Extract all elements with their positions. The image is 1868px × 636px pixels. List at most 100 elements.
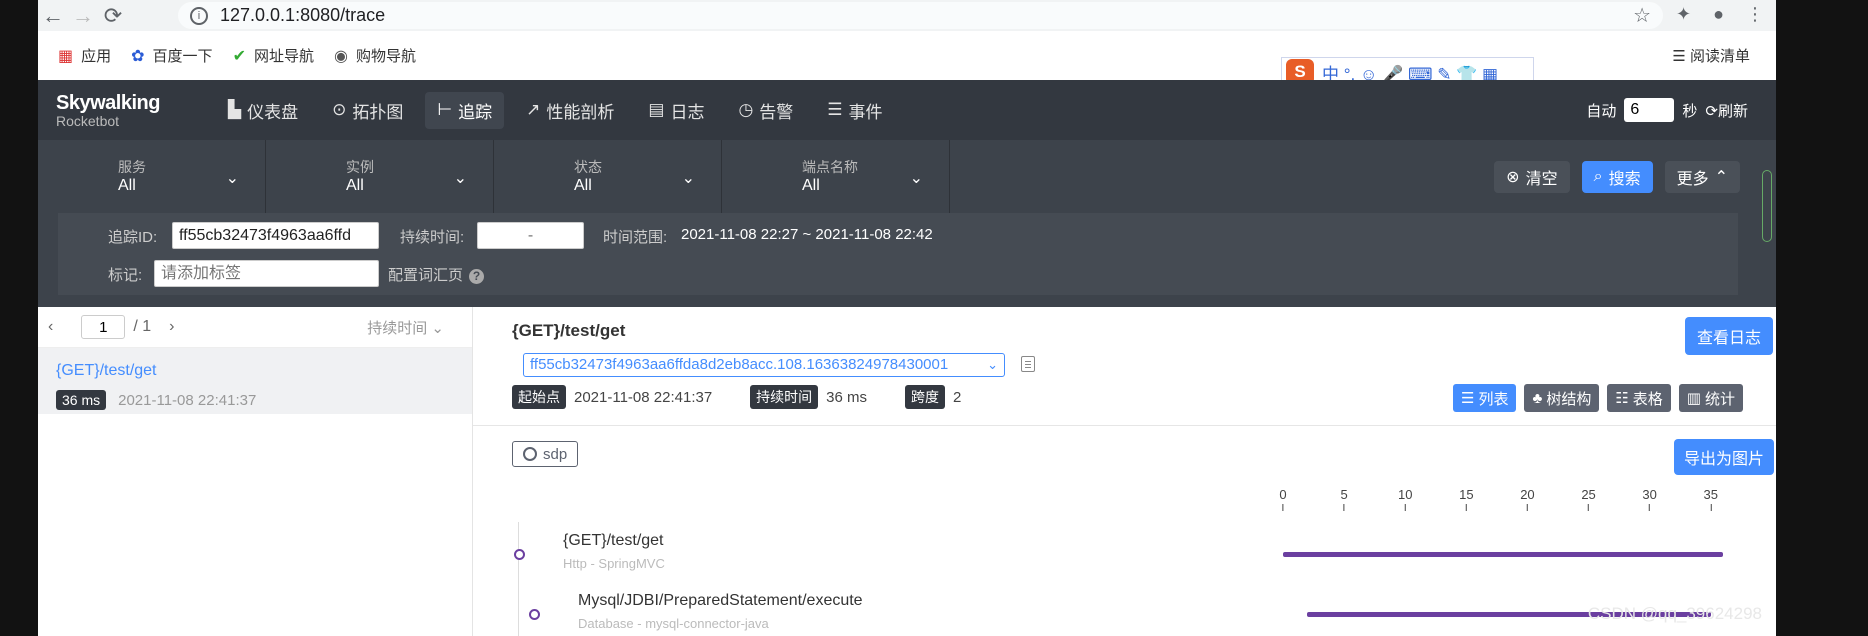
tag-label: 标记:	[108, 267, 143, 284]
tree-icon: ♣	[1532, 389, 1543, 407]
profile-icon[interactable]: ●	[1713, 4, 1724, 25]
span-value: 2	[953, 388, 962, 406]
site-info-icon[interactable]: i	[190, 6, 208, 25]
advanced-filter: 追踪ID: 持续时间: 时间范围: 2021-11-08 22:27 ~ 202…	[58, 213, 1738, 295]
reload-icon[interactable]: ⟳	[98, 3, 128, 29]
nav-log[interactable]: ▤ 日志	[636, 92, 716, 129]
service-tag[interactable]: sdp	[512, 441, 579, 467]
list-icon: ☰	[1461, 390, 1475, 407]
url-field[interactable]: i 127.0.0.1:8080/trace ☆	[178, 2, 1663, 29]
bookmark-apps[interactable]: ▦ 应用	[58, 45, 111, 66]
app-header: Skywalking Rocketbot ▙ 仪表盘 ⊙ 拓扑图 ⊢ 追踪 ↗ 性能剖析…	[38, 80, 1776, 140]
trace-id-select[interactable]: ff55cb32473f4963aa6ffda8d2eb8acc.108.163…	[523, 353, 1005, 377]
chevron-down-icon: ⌄	[681, 170, 695, 187]
instance-select[interactable]: 实例 All ⌄	[266, 140, 494, 213]
view-stats-button[interactable]: ▥ 统计	[1678, 384, 1743, 412]
baidu-paw-icon: ✿	[131, 47, 145, 65]
nav-trace[interactable]: ⊢ 追踪	[425, 91, 505, 129]
divider	[473, 425, 1776, 426]
stats-icon: ▥	[1686, 390, 1701, 407]
clear-button[interactable]: ⊗ 清空	[1494, 161, 1570, 193]
nav-topology[interactable]: ⊙ 拓扑图	[320, 92, 415, 129]
time-range-label: 时间范围:	[603, 229, 668, 246]
seconds-label: 秒	[1682, 102, 1698, 120]
axis-tick: 25	[1581, 487, 1595, 511]
view-table-button[interactable]: ☷ 表格	[1607, 384, 1671, 412]
back-icon[interactable]: ←	[38, 3, 68, 29]
nav-profile[interactable]: ↗ 性能剖析	[514, 92, 626, 129]
list-item[interactable]: {GET}/test/get 36 ms 2021-11-08 22:41:37	[38, 348, 472, 414]
span-component: Database - mysql-connector-java	[578, 616, 769, 631]
sort-select[interactable]: 持续时间 ⌄	[367, 317, 444, 338]
timeline-axis: 0 5 10 15 20 25 30 35	[1279, 487, 1723, 517]
auto-label: 自动	[1586, 102, 1617, 120]
chevron-down-icon: ⌄	[909, 170, 923, 187]
axis-tick: 20	[1520, 487, 1534, 511]
refresh-button[interactable]: ⟳刷新	[1705, 100, 1748, 121]
more-button[interactable]: 更多 ⌃	[1664, 161, 1740, 193]
circle-icon	[523, 447, 537, 461]
export-image-button[interactable]: 导出为图片	[1674, 439, 1775, 475]
forward-icon[interactable]: →	[68, 3, 98, 29]
span-duration-bar	[1283, 552, 1723, 557]
nav-alarm[interactable]: ◷ 告警	[726, 92, 805, 129]
bookmark-baidu[interactable]: ✿ 百度一下	[131, 45, 212, 66]
duration-input[interactable]	[477, 222, 584, 249]
axis-tick: 15	[1459, 487, 1473, 511]
page-title: {GET}/test/get	[512, 321, 626, 340]
config-vocab-link[interactable]: 配置词汇页?	[388, 264, 485, 285]
copy-icon[interactable]	[1021, 356, 1035, 372]
auto-interval-input[interactable]	[1624, 98, 1675, 122]
menu-icon[interactable]: ⋮	[1746, 4, 1764, 25]
time-range-value[interactable]: 2021-11-08 22:27 ~ 2021-11-08 22:42	[681, 226, 933, 243]
profile-icon: ↗	[526, 100, 541, 119]
address-bar: ← → ⟳ i 127.0.0.1:8080/trace ☆ ✦ ● ⋮	[38, 0, 1776, 31]
chevron-down-icon: ⌄	[453, 170, 467, 187]
url-text: 127.0.0.1:8080/trace	[220, 5, 386, 25]
view-list-button[interactable]: ☰ 列表	[1453, 384, 1517, 412]
next-page-icon[interactable]: ›	[169, 318, 174, 336]
trace-id-input[interactable]	[172, 222, 379, 249]
alarm-icon: ◷	[738, 100, 754, 119]
trace-operation: {GET}/test/get	[56, 362, 157, 379]
nav-dashboard[interactable]: ▙ 仪表盘	[216, 92, 310, 129]
bookmark-hao123[interactable]: ✔ 网址导航	[233, 45, 314, 66]
span-node-icon[interactable]	[529, 609, 540, 620]
trace-time: 2021-11-08 22:41:37	[118, 391, 257, 409]
axis-tick: 0	[1279, 487, 1286, 511]
watermark: CSDN @qq_39624298	[1587, 604, 1762, 623]
auto-refresh: 自动 秒 ⟳刷新	[1586, 98, 1748, 122]
bookmark-star-icon[interactable]: ☆	[1633, 3, 1651, 28]
page-total: / 1	[133, 318, 152, 335]
endpoint-select[interactable]: 端点名称 All ⌄	[722, 140, 950, 213]
hao123-icon: ✔	[232, 47, 246, 65]
service-select[interactable]: 服务 All ⌄	[38, 140, 266, 213]
status-select[interactable]: 状态 All ⌄	[494, 140, 722, 213]
view-logs-button[interactable]: 查看日志	[1685, 317, 1774, 355]
duration-badge: 36 ms	[56, 390, 107, 410]
prev-page-icon[interactable]: ‹	[48, 318, 53, 336]
trace-id-label: 追踪ID:	[108, 229, 158, 246]
pager: ‹ / 1 › 持续时间 ⌄	[38, 307, 472, 348]
reading-list[interactable]: ☰ 阅读清单	[1672, 45, 1750, 66]
table-icon: ☷	[1615, 390, 1629, 407]
span-list: {GET}/test/get Http - SpringMVC Mysql/JDBI…	[473, 522, 1776, 636]
trace-info: 起始点 2021-11-08 22:41:37 持续时间 36 ms 跨度 2	[512, 385, 961, 409]
span-node-icon[interactable]	[514, 549, 525, 560]
tag-input[interactable]	[154, 260, 379, 287]
span-badge: 跨度	[905, 385, 946, 409]
globe-icon: ◉	[333, 47, 348, 65]
span-name: {GET}/test/get	[563, 532, 664, 549]
extensions-icon[interactable]: ✦	[1676, 4, 1691, 25]
trace-list-pane: ‹ / 1 › 持续时间 ⌄ {GET}/test/get 36 ms 2021…	[38, 307, 473, 636]
bookmarks-bar: ▦ 应用 ✿ 百度一下 ✔ 网址导航 ◉ 购物导航 S中 °, ☺ 🎤 ⌨ ✎ 👕 ▦ …	[38, 31, 1776, 87]
nav-event[interactable]: ☰ 事件	[815, 92, 894, 129]
view-switcher: ☰ 列表 ♣ 树结构 ☷ 表格 ▥ 统计	[1453, 384, 1743, 412]
scrollbar[interactable]	[1762, 170, 1772, 242]
view-tree-button[interactable]: ♣ 树结构	[1524, 384, 1600, 412]
search-button[interactable]: ⌕ 搜索	[1581, 161, 1653, 193]
bookmark-shopping[interactable]: ◉ 购物导航	[334, 45, 416, 66]
axis-tick: 10	[1398, 487, 1412, 511]
topology-icon: ⊙	[332, 100, 347, 119]
page-input[interactable]	[81, 315, 126, 339]
